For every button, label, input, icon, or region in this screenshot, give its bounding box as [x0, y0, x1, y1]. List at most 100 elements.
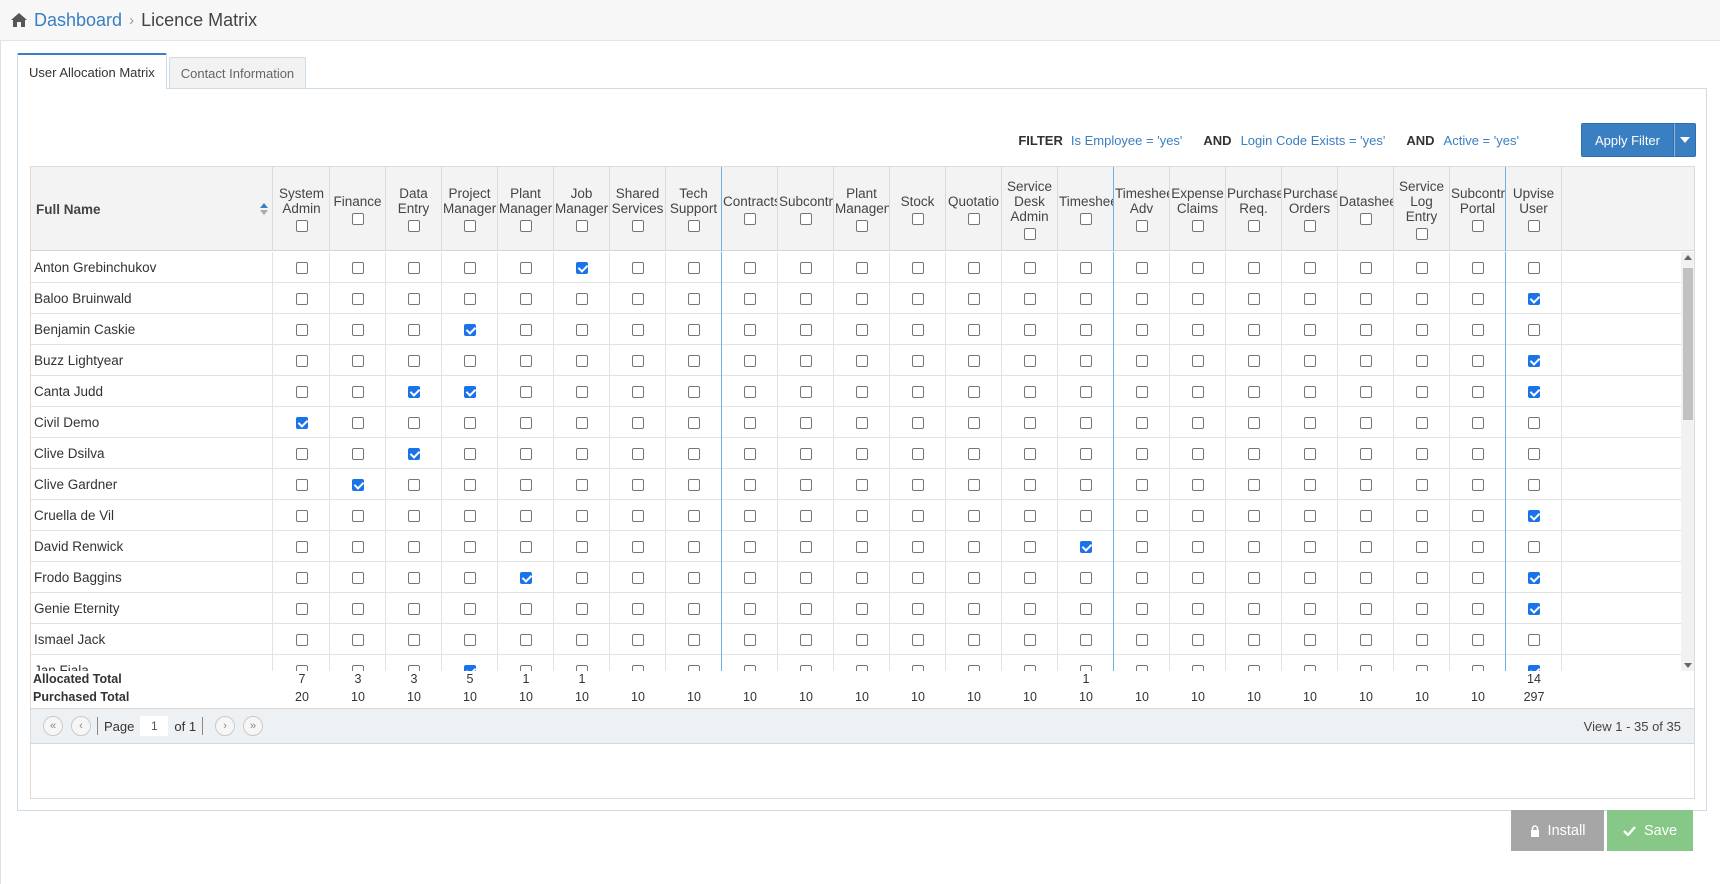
select-column-checkbox[interactable] [743, 212, 756, 225]
licence-checkbox[interactable] [575, 633, 588, 646]
licence-checkbox[interactable] [855, 540, 868, 553]
licence-checkbox[interactable] [1023, 447, 1036, 460]
licence-checkbox[interactable] [911, 416, 924, 429]
licence-checkbox[interactable] [687, 540, 700, 553]
licence-checkbox[interactable] [799, 292, 812, 305]
licence-checkbox[interactable] [855, 478, 868, 491]
licence-checkbox[interactable] [575, 261, 588, 274]
licence-checkbox[interactable] [407, 385, 420, 398]
licence-checkbox[interactable] [1023, 509, 1036, 522]
licence-checkbox[interactable] [463, 385, 476, 398]
licence-checkbox[interactable] [911, 354, 924, 367]
licence-checkbox[interactable] [519, 509, 532, 522]
licence-checkbox[interactable] [463, 416, 476, 429]
licence-checkbox[interactable] [911, 571, 924, 584]
licence-checkbox[interactable] [855, 261, 868, 274]
licence-checkbox[interactable] [743, 633, 756, 646]
licence-checkbox[interactable] [855, 354, 868, 367]
licence-checkbox[interactable] [1191, 509, 1204, 522]
licence-checkbox[interactable] [1471, 633, 1484, 646]
licence-checkbox[interactable] [1303, 478, 1316, 491]
licence-checkbox[interactable] [687, 602, 700, 615]
licence-checkbox[interactable] [463, 571, 476, 584]
licence-checkbox[interactable] [1247, 385, 1260, 398]
licence-checkbox[interactable] [631, 571, 644, 584]
licence-checkbox[interactable] [1191, 540, 1204, 553]
licence-checkbox[interactable] [1415, 292, 1428, 305]
licence-checkbox[interactable] [911, 478, 924, 491]
licence-checkbox[interactable] [575, 292, 588, 305]
licence-checkbox[interactable] [351, 447, 364, 460]
licence-checkbox[interactable] [1191, 261, 1204, 274]
licence-checkbox[interactable] [855, 323, 868, 336]
licence-checkbox[interactable] [1079, 540, 1092, 553]
licence-checkbox[interactable] [855, 602, 868, 615]
licence-checkbox[interactable] [1079, 447, 1092, 460]
licence-checkbox[interactable] [1303, 447, 1316, 460]
licence-checkbox[interactable] [1079, 354, 1092, 367]
licence-checkbox[interactable] [351, 323, 364, 336]
licence-checkbox[interactable] [967, 509, 980, 522]
licence-checkbox[interactable] [1135, 478, 1148, 491]
licence-checkbox[interactable] [1527, 292, 1540, 305]
licence-checkbox[interactable] [967, 354, 980, 367]
licence-checkbox[interactable] [799, 416, 812, 429]
licence-checkbox[interactable] [1023, 478, 1036, 491]
licence-checkbox[interactable] [687, 385, 700, 398]
licence-checkbox[interactable] [799, 509, 812, 522]
licence-checkbox[interactable] [1079, 261, 1092, 274]
licence-checkbox[interactable] [519, 385, 532, 398]
licence-checkbox[interactable] [1303, 292, 1316, 305]
licence-checkbox[interactable] [911, 323, 924, 336]
licence-checkbox[interactable] [407, 602, 420, 615]
licence-checkbox[interactable] [1023, 261, 1036, 274]
licence-checkbox[interactable] [1135, 571, 1148, 584]
last-page-icon[interactable]: » [243, 716, 264, 736]
select-column-checkbox[interactable] [687, 220, 700, 232]
licence-checkbox[interactable] [575, 385, 588, 398]
licence-checkbox[interactable] [351, 478, 364, 491]
licence-checkbox[interactable] [463, 323, 476, 336]
select-column-checkbox[interactable] [1135, 220, 1148, 232]
licence-checkbox[interactable] [1079, 509, 1092, 522]
licence-checkbox[interactable] [799, 571, 812, 584]
licence-checkbox[interactable] [911, 385, 924, 398]
licence-checkbox[interactable] [1359, 385, 1372, 398]
licence-checkbox[interactable] [519, 292, 532, 305]
select-column-checkbox[interactable] [1359, 212, 1372, 225]
licence-checkbox[interactable] [1135, 323, 1148, 336]
first-page-icon[interactable]: « [43, 716, 63, 736]
scroll-down-icon[interactable] [1684, 663, 1692, 668]
select-column-checkbox[interactable] [351, 212, 364, 225]
licence-checkbox[interactable] [295, 354, 308, 367]
licence-checkbox[interactable] [295, 261, 308, 274]
licence-checkbox[interactable] [1359, 447, 1372, 460]
vertical-scrollbar[interactable] [1681, 252, 1694, 671]
licence-checkbox[interactable] [1527, 385, 1540, 398]
licence-checkbox[interactable] [687, 261, 700, 274]
licence-checkbox[interactable] [631, 323, 644, 336]
licence-checkbox[interactable] [1135, 540, 1148, 553]
licence-checkbox[interactable] [1359, 261, 1372, 274]
licence-checkbox[interactable] [407, 261, 420, 274]
licence-checkbox[interactable] [1415, 602, 1428, 615]
filter-condition-is-employee[interactable]: Is Employee = 'yes' [1071, 133, 1183, 148]
licence-checkbox[interactable] [799, 540, 812, 553]
licence-checkbox[interactable] [1471, 447, 1484, 460]
licence-checkbox[interactable] [631, 509, 644, 522]
select-column-checkbox[interactable] [1023, 227, 1036, 240]
select-column-checkbox[interactable] [295, 220, 308, 232]
licence-checkbox[interactable] [1023, 602, 1036, 615]
grid-body[interactable]: Jan Fiala Ismael Jack Genie Eternity Frodo … [31, 252, 1694, 671]
licence-checkbox[interactable] [911, 540, 924, 553]
licence-checkbox[interactable] [967, 602, 980, 615]
licence-checkbox[interactable] [1023, 292, 1036, 305]
licence-checkbox[interactable] [463, 292, 476, 305]
licence-checkbox[interactable] [351, 416, 364, 429]
licence-checkbox[interactable] [1303, 633, 1316, 646]
licence-checkbox[interactable] [519, 633, 532, 646]
licence-checkbox[interactable] [1303, 571, 1316, 584]
licence-checkbox[interactable] [1359, 571, 1372, 584]
filter-condition-active[interactable]: Active = 'yes' [1444, 133, 1519, 148]
licence-checkbox[interactable] [631, 602, 644, 615]
